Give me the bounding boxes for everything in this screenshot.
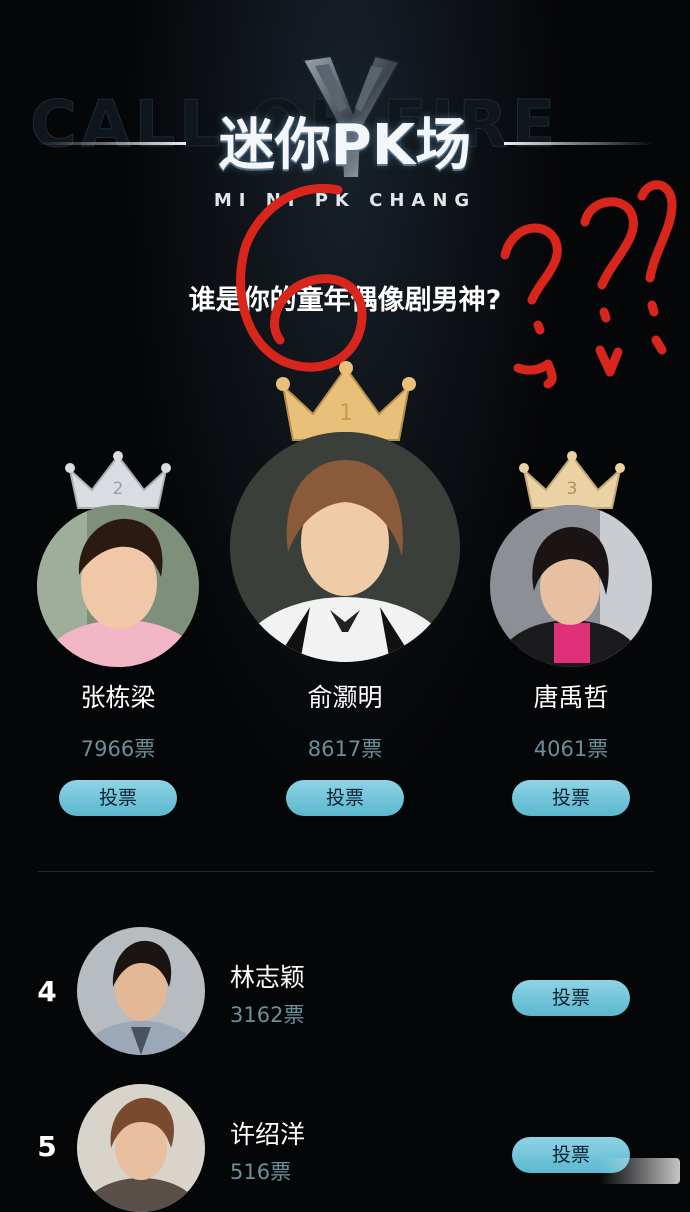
silver-crown-icon: 2 <box>65 451 171 509</box>
title-line-right <box>504 142 654 145</box>
page-subtitle: MI NI PK CHANG <box>213 190 477 211</box>
candidate-name: 俞灏明 <box>307 683 383 712</box>
vote-button[interactable]: 投票 <box>512 780 630 816</box>
bronze-crown-icon: 3 <box>519 451 625 509</box>
rank-number: 4 <box>37 975 57 1008</box>
candidate-votes: 8617票 <box>307 737 383 761</box>
page-title: 迷你PK场 <box>218 113 472 178</box>
poll-question: 谁是你的童年偶像剧男神? <box>188 285 502 316</box>
vote-button[interactable]: 投票 <box>286 780 404 816</box>
avatar <box>37 505 199 667</box>
vote-button[interactable]: 投票 <box>59 780 177 816</box>
title-line-left <box>36 142 186 145</box>
candidate-name: 林志颖 <box>230 963 306 992</box>
candidate-votes: 4061票 <box>533 737 609 761</box>
candidate-votes: 3162票 <box>230 1003 305 1027</box>
avatar <box>490 505 652 667</box>
vote-button[interactable]: 投票 <box>512 980 630 1016</box>
crown-rank-label: 2 <box>113 479 124 499</box>
avatar <box>77 1084 205 1212</box>
candidate-name: 唐禹哲 <box>533 683 609 712</box>
rank-number: 5 <box>37 1130 57 1163</box>
crown-rank-label: 3 <box>567 479 578 499</box>
watermark <box>600 1158 680 1184</box>
candidate-name: 张栋梁 <box>80 683 156 712</box>
candidate-name: 许绍洋 <box>230 1120 306 1149</box>
candidate-votes: 516票 <box>230 1160 292 1184</box>
avatar <box>77 927 205 1055</box>
page: CALL OF FIRE 迷你PK场 MI NI PK CHANG 谁是你的童年… <box>0 0 690 1212</box>
crown-rank-label: 1 <box>339 401 353 426</box>
avatar <box>230 432 460 662</box>
candidate-votes: 7966票 <box>80 737 156 761</box>
section-divider <box>38 871 654 872</box>
